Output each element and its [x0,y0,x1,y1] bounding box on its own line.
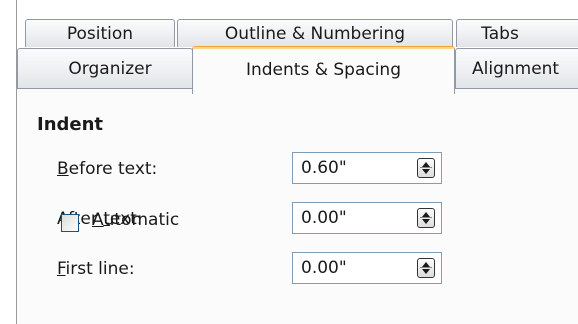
first-line-label-rest: irst line: [65,259,135,279]
before-text-label-rest: efore text: [68,159,158,179]
before-text-spin-button[interactable] [417,158,435,178]
tab-outline-numbering[interactable]: Outline & Numbering [177,19,453,47]
indents-spacing-panel: Indent Before text: 0.60" After text: 0.… [17,88,578,324]
spin-down-icon[interactable] [422,169,430,174]
tab-position-label: Position [66,24,134,44]
tab-alignment-label: Alignment [472,59,560,79]
first-line-spin-button[interactable] [417,258,435,278]
before-text-spinfield[interactable]: 0.60" [292,152,442,184]
before-text-mnemonic: B [57,159,69,179]
before-text-label: Before text: [57,159,157,179]
first-line-spinfield[interactable]: 0.00" [292,252,442,284]
tab-position[interactable]: Position [25,19,175,47]
paragraph-dialog: Position Outline & Numbering Tabs Organi… [0,0,578,324]
spin-divider [420,267,432,268]
spin-down-icon[interactable] [422,269,430,274]
tab-alignment[interactable]: Alignment [455,48,578,88]
section-title-indent: Indent [37,114,104,135]
spin-down-icon[interactable] [422,219,430,224]
first-line-mnemonic: F [57,259,66,279]
tab-tabs[interactable]: Tabs [456,19,578,47]
after-text-spin-button[interactable] [417,208,435,228]
tab-tabs-label: Tabs [481,24,519,44]
first-line-label: First line: [57,259,135,279]
spin-divider [420,167,432,168]
active-tab-highlight [193,47,454,49]
spin-divider [420,217,432,218]
before-text-value[interactable]: 0.60" [301,158,347,178]
automatic-mnemonic: A [92,210,104,230]
first-line-value[interactable]: 0.00" [301,258,347,278]
tab-organizer[interactable]: Organizer [17,48,193,88]
automatic-checkbox[interactable] [61,214,79,232]
tab-outline-numbering-label: Outline & Numbering [224,24,406,44]
automatic-label[interactable]: Automatic [92,210,179,230]
after-text-spinfield[interactable]: 0.00" [292,202,442,234]
automatic-label-rest: utomatic [103,210,180,230]
tab-indents-spacing[interactable]: Indents & Spacing [192,46,455,94]
tab-indents-spacing-label: Indents & Spacing [245,60,402,80]
tab-organizer-label: Organizer [68,59,152,79]
after-text-value[interactable]: 0.00" [301,208,347,228]
